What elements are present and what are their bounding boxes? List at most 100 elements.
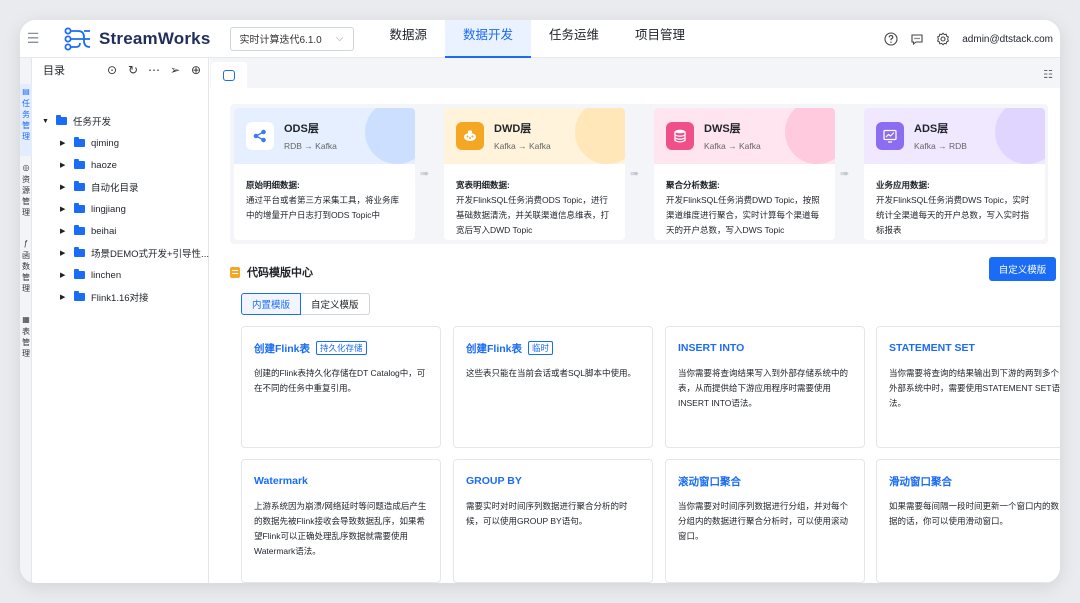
version-select-value: 实时计算迭代6.1.0 (239, 35, 322, 46)
flow-arrow-icon: ➠ (420, 168, 430, 180)
refresh-icon[interactable]: ↻ (126, 63, 140, 77)
template-card[interactable]: 滚动窗口聚合 当你需要对时间序列数据进行分组，并对每个分组内的数据进行聚合分析时… (665, 459, 865, 583)
tree-item[interactable]: ▶ lingjiang (60, 198, 126, 220)
rail-item-table[interactable]: ▦ 表管理 (20, 312, 32, 372)
template-card[interactable]: STATEMENT SET 当你需要将查询的结果输出到下游的两到多个外部系统中时… (876, 326, 1060, 448)
nav-item-datasource[interactable]: 数据源 (372, 20, 446, 58)
card-title: 创建Flink表 临时 (466, 340, 640, 356)
tree-item-label: haoze (91, 159, 117, 171)
rail-item-function[interactable]: ƒ 函数管理 (20, 236, 32, 308)
menu-icon[interactable]: ☰ (20, 20, 46, 58)
tab-home[interactable] (211, 62, 247, 88)
folder-icon (56, 115, 67, 125)
tree-item[interactable]: ▶ beihai (60, 220, 116, 242)
template-card[interactable]: 滑动窗口聚合 如果需要每间隔一段时间更新一个窗口内的数据的话，你可以使用滑动窗口… (876, 459, 1060, 583)
rail-item-resource[interactable]: ◎ 资源管理 (20, 160, 32, 232)
card-description: 需要实时对时间序列数据进行聚合分析的时候，可以使用GROUP BY语句。 (466, 501, 628, 526)
directory-tools: ⊙ ↻ ⋯ ➢ ⊕ (105, 63, 203, 77)
rail-item-label: 函数管理 (22, 251, 30, 293)
message-icon[interactable] (910, 32, 924, 46)
caret-right-icon: ▶ (60, 184, 66, 191)
nav-item-task-ops[interactable]: 任务运维 (531, 20, 617, 58)
tree-item[interactable]: ▶ haoze (60, 154, 117, 176)
section-title-text: 代码模版中心 (247, 267, 313, 279)
layer-header: ODS层 RDB → Kafka (234, 108, 415, 164)
version-select[interactable]: 实时计算迭代6.1.0 ⌵ (229, 26, 354, 51)
rail-item-label: 任务管理 (22, 99, 30, 141)
layer-card-ods[interactable]: ODS层 RDB → Kafka 原始明细数据: 通过平台或者第三方采集工具，将… (234, 108, 415, 240)
layer-header: DWD层 Kafka → Kafka (444, 108, 625, 164)
card-title: 创建Flink表 持久化存储 (254, 340, 428, 356)
caret-down-icon: ▼ (42, 117, 49, 125)
template-center-title: 代码模版中心 (230, 264, 313, 280)
layer-card-dwd[interactable]: DWD层 Kafka → Kafka 宽表明细数据: 开发FlinkSQL任务消… (444, 108, 625, 240)
decor-circle (785, 108, 835, 164)
flow-arrow-icon: ➠ (630, 168, 640, 180)
tree-item-label: 场景DEMO式开发+引导性... (91, 249, 209, 260)
template-card[interactable]: INSERT INTO 当你需要将查询结果写入到外部存储系统中的表，从而提供给下… (665, 326, 865, 448)
template-card[interactable]: 创建Flink表 临时 这些表只能在当前会话或者SQL脚本中使用。 (453, 326, 653, 448)
user-account[interactable]: admin@dtstack.com (962, 34, 1053, 45)
card-tag: 临时 (528, 341, 554, 355)
decor-circle (575, 108, 625, 164)
caret-right-icon: ▶ (60, 228, 66, 235)
card-title-text: STATEMENT SET (889, 342, 975, 354)
caret-right-icon: ▶ (60, 294, 66, 301)
template-icon (230, 266, 240, 278)
custom-template-button[interactable]: 自定义模版 (989, 257, 1056, 281)
tab-custom-templates[interactable]: 自定义模版 (301, 293, 370, 315)
template-card[interactable]: GROUP BY 需要实时对时间序列数据进行聚合分析的时候，可以使用GROUP … (453, 459, 653, 583)
folder-icon (74, 137, 85, 147)
folder-icon (74, 225, 85, 235)
folder-icon (74, 203, 85, 213)
template-card[interactable]: Watermark 上游系统因为崩溃/网络延时等问题造成后产生的数据先被Flin… (241, 459, 441, 583)
folder-icon (74, 291, 85, 301)
add-icon[interactable]: ⊕ (189, 63, 203, 77)
home-tab-icon (223, 69, 235, 81)
folder-icon (74, 269, 85, 279)
help-icon[interactable] (884, 32, 898, 46)
folder-icon (74, 181, 85, 191)
layer-desc-text: 通过平台或者第三方采集工具，将业务库中的增量开户日志打到ODS Topic中 (246, 195, 400, 220)
layer-card-dws[interactable]: DWS层 Kafka → Kafka 聚合分析数据: 开发FlinkSQL任务消… (654, 108, 835, 240)
tree-item[interactable]: ▶ qiming (60, 132, 119, 154)
layer-description: 聚合分析数据: 开发FlinkSQL任务消费DWD Topic，按照渠道维度进行… (654, 164, 835, 238)
card-description: 当你需要将查询的结果输出到下游的两到多个外部系统中时，需要使用STATEMENT… (889, 368, 1060, 408)
dwd-icon (456, 122, 484, 150)
card-title-text: 创建Flink表 (466, 342, 523, 355)
tree-item[interactable]: ▶ Flink1.16对接 (60, 286, 149, 308)
editor-tab-bar: ☷ (210, 58, 1060, 88)
resource-icon: ◎ (22, 163, 30, 172)
tree-root-task-dev[interactable]: ▼ 任务开发 (42, 110, 111, 132)
layer-desc-text: 开发FlinkSQL任务消费DWS Topic，实时统计全渠道每天的开户总数，写… (876, 195, 1030, 235)
app-name: StreamWorks (99, 28, 211, 48)
settings-icon[interactable] (936, 32, 950, 46)
nav-item-data-dev[interactable]: 数据开发 (445, 20, 532, 58)
nav-item-project-mgmt[interactable]: 项目管理 (617, 20, 703, 58)
card-description: 如果需要每间隔一段时间更新一个窗口内的数据的话，你可以使用滑动窗口。 (889, 501, 1060, 526)
send-icon[interactable]: ➢ (168, 63, 182, 77)
tree-item[interactable]: ▶ linchen (60, 264, 121, 286)
layer-desc-head: 原始明细数据: (246, 180, 300, 190)
tree-item[interactable]: ▶ 场景DEMO式开发+引导性... (60, 242, 209, 264)
rail-item-task[interactable]: ▤ 任务管理 (20, 84, 32, 156)
card-title-text: 滑动窗口聚合 (889, 475, 952, 488)
locate-icon[interactable]: ⊙ (105, 63, 119, 77)
list-menu-icon[interactable]: ☷ (1043, 68, 1053, 81)
main-nav: 数据源 数据开发 任务运维 项目管理 (372, 20, 704, 58)
card-title: 滑动窗口聚合 (889, 473, 1060, 489)
layer-desc-head: 聚合分析数据: (666, 180, 720, 190)
card-title: 滚动窗口聚合 (678, 473, 852, 489)
directory-title: 目录 (43, 65, 65, 77)
tab-builtin-templates[interactable]: 内置模版 (241, 293, 302, 315)
directory-panel: 目录 ⊙ ↻ ⋯ ➢ ⊕ ▼ 任务开发 ▶ qiming ▶ haoze ▶ 自动化目… (32, 58, 209, 583)
more-icon[interactable]: ⋯ (147, 63, 161, 77)
template-card[interactable]: 创建Flink表 持久化存储 创建的Flink表持久化存储在DT Catalog中… (241, 326, 441, 448)
dws-icon (666, 122, 694, 150)
card-description: 上游系统因为崩溃/网络延时等问题造成后产生的数据先被Flink接收会导致数据乱序… (254, 501, 427, 556)
folder-icon (74, 159, 85, 169)
data-layer-flow: ODS层 RDB → Kafka 原始明细数据: 通过平台或者第三方采集工具，将… (230, 104, 1048, 244)
tree-item[interactable]: ▶ 自动化目录 (60, 176, 139, 198)
layer-card-ads[interactable]: ADS层 Kafka → RDB 业务应用数据: 开发FlinkSQL任务消费D… (864, 108, 1045, 240)
logo[interactable]: StreamWorks (64, 27, 211, 51)
